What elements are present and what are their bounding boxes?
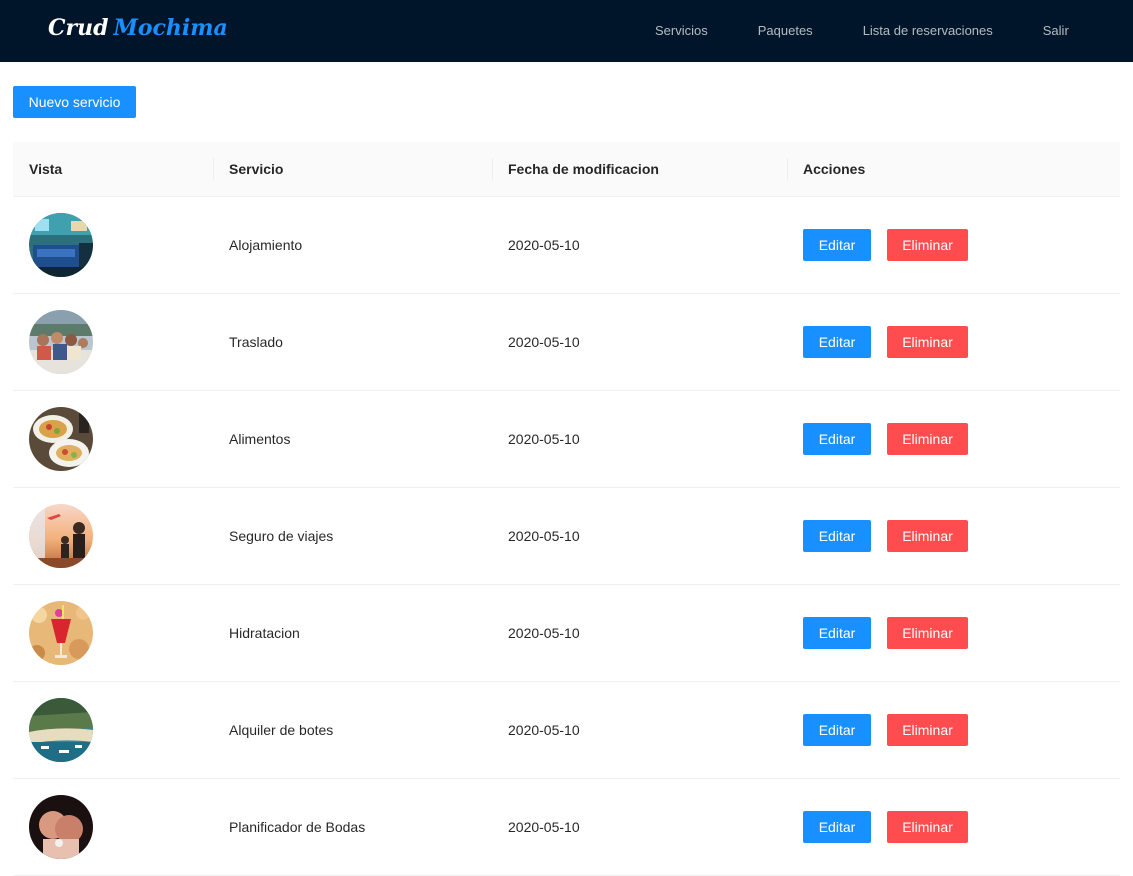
modified-date: 2020-05-10: [508, 722, 580, 738]
delete-button[interactable]: Eliminar: [887, 811, 968, 843]
nav-item-salir[interactable]: Salir: [1018, 0, 1094, 62]
nav-item-paquetes[interactable]: Paquetes: [733, 0, 838, 62]
service-thumbnail: [29, 213, 93, 277]
modified-date: 2020-05-10: [508, 625, 580, 641]
table-row: Seguro de viajes 2020-05-10 Editar Elimi…: [13, 488, 1120, 585]
edit-button[interactable]: Editar: [803, 811, 871, 843]
table-row: Alquiler de botes 2020-05-10 Editar Elim…: [13, 682, 1120, 779]
modified-date: 2020-05-10: [508, 237, 580, 253]
service-thumbnail: [29, 407, 93, 471]
service-thumbnail: [29, 601, 93, 665]
table-row: Alimentos 2020-05-10 Editar Eliminar: [13, 391, 1120, 488]
delete-button[interactable]: Eliminar: [887, 423, 968, 455]
nav-item-reservaciones[interactable]: Lista de reservaciones: [838, 0, 1018, 62]
table-header: Vista Servicio Fecha de modificacion Acc…: [13, 142, 1120, 197]
edit-button[interactable]: Editar: [803, 229, 871, 261]
service-thumbnail: [29, 504, 93, 568]
service-name: Alimentos: [229, 431, 291, 447]
modified-date: 2020-05-10: [508, 819, 580, 835]
column-header-acciones: Acciones: [787, 161, 1120, 177]
delete-button[interactable]: Eliminar: [887, 714, 968, 746]
main-content: Nuevo servicio Vista Servicio Fecha de m…: [0, 62, 1133, 876]
brand-word-crud: Crud: [48, 15, 109, 41]
service-thumbnail: [29, 310, 93, 374]
nav-menu: Servicios Paquetes Lista de reservacione…: [630, 0, 1094, 62]
edit-button[interactable]: Editar: [803, 520, 871, 552]
delete-button[interactable]: Eliminar: [887, 617, 968, 649]
brand-logo[interactable]: Crud Mochima: [48, 14, 228, 42]
service-name: Planificador de Bodas: [229, 819, 366, 835]
brand-word-mochima: Mochima: [113, 15, 228, 41]
service-name: Alquiler de botes: [229, 722, 334, 738]
top-navbar: Crud Mochima Servicios Paquetes Lista de …: [0, 0, 1133, 62]
delete-button[interactable]: Eliminar: [887, 520, 968, 552]
new-service-button[interactable]: Nuevo servicio: [13, 86, 136, 118]
services-table: Vista Servicio Fecha de modificacion Acc…: [13, 142, 1120, 876]
edit-button[interactable]: Editar: [803, 423, 871, 455]
service-thumbnail: [29, 698, 93, 762]
edit-button[interactable]: Editar: [803, 326, 871, 358]
delete-button[interactable]: Eliminar: [887, 326, 968, 358]
table-row: Hidratacion 2020-05-10 Editar Eliminar: [13, 585, 1120, 682]
service-name: Traslado: [229, 334, 283, 350]
modified-date: 2020-05-10: [508, 528, 580, 544]
column-header-fecha: Fecha de modificacion: [492, 161, 787, 177]
table-row: Alojamiento 2020-05-10 Editar Eliminar: [13, 197, 1120, 294]
table-row: Planificador de Bodas 2020-05-10 Editar …: [13, 779, 1120, 876]
service-name: Hidratacion: [229, 625, 300, 641]
edit-button[interactable]: Editar: [803, 617, 871, 649]
modified-date: 2020-05-10: [508, 431, 580, 447]
service-name: Alojamiento: [229, 237, 303, 253]
column-header-servicio: Servicio: [213, 161, 492, 177]
table-row: Traslado 2020-05-10 Editar Eliminar: [13, 294, 1120, 391]
nav-item-servicios[interactable]: Servicios: [630, 0, 733, 62]
delete-button[interactable]: Eliminar: [887, 229, 968, 261]
service-thumbnail: [29, 795, 93, 859]
modified-date: 2020-05-10: [508, 334, 580, 350]
service-name: Seguro de viajes: [229, 528, 334, 544]
column-header-vista: Vista: [29, 161, 63, 177]
edit-button[interactable]: Editar: [803, 714, 871, 746]
